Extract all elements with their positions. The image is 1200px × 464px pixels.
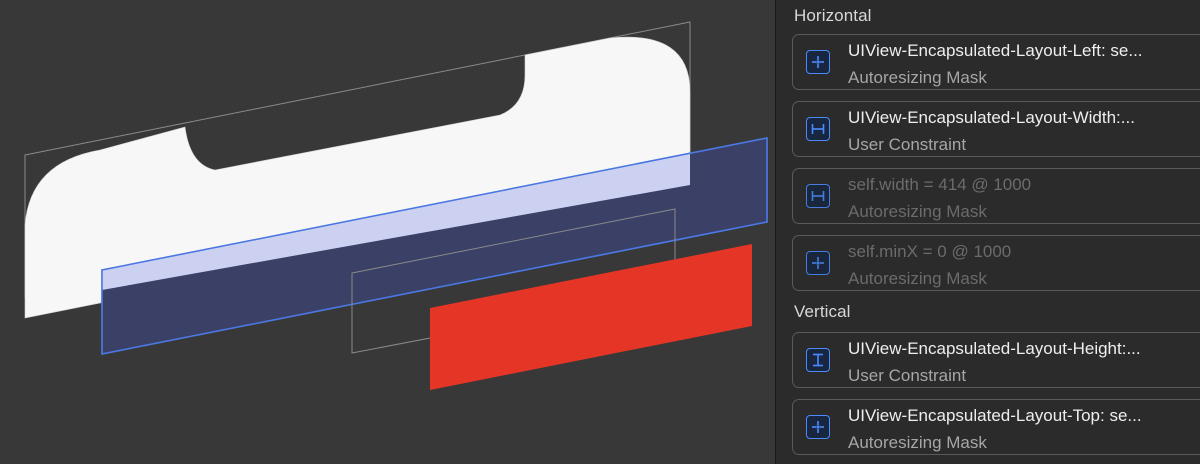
constraint-row[interactable]: UIView-Encapsulated-Layout-Top: se... Au… [792, 399, 1200, 455]
section-title-horizontal: Horizontal [794, 6, 872, 25]
constraint-title: UIView-Encapsulated-Layout-Width:... [848, 108, 1135, 127]
position-crosshair-icon [806, 251, 830, 275]
constraint-title: self.width = 414 @ 1000 [848, 175, 1032, 194]
constraints-inspector: Horizontal UIView-Encapsulated-Layout-Le… [776, 0, 1200, 464]
exploded-view-3d[interactable] [0, 0, 776, 464]
constraint-source: Autoresizing Mask [848, 68, 987, 87]
width-constraint-icon [806, 184, 830, 208]
constraint-source: User Constraint [848, 135, 967, 154]
constraint-row[interactable]: UIView-Encapsulated-Layout-Height:... Us… [792, 332, 1200, 388]
constraint-source: Autoresizing Mask [848, 433, 987, 452]
position-crosshair-icon [806, 50, 830, 74]
constraint-row[interactable]: UIView-Encapsulated-Layout-Left: se... A… [792, 34, 1200, 90]
height-constraint-icon [806, 348, 830, 372]
constraint-source: Autoresizing Mask [848, 202, 987, 221]
constraint-row[interactable]: self.minX = 0 @ 1000 Autoresizing Mask [792, 235, 1200, 291]
position-crosshair-icon [806, 415, 830, 439]
constraint-source: User Constraint [848, 366, 967, 385]
constraint-title: UIView-Encapsulated-Layout-Left: se... [848, 41, 1143, 60]
constraint-row[interactable]: UIView-Encapsulated-Layout-Width:... Use… [792, 101, 1200, 157]
constraint-title: self.minX = 0 @ 1000 [848, 242, 1012, 261]
constraint-title: UIView-Encapsulated-Layout-Top: se... [848, 406, 1142, 425]
constraint-row[interactable]: self.width = 414 @ 1000 Autoresizing Mas… [792, 168, 1200, 224]
constraint-title: UIView-Encapsulated-Layout-Height:... [848, 339, 1141, 358]
section-title-vertical: Vertical [794, 302, 851, 321]
width-constraint-icon [806, 117, 830, 141]
constraint-source: Autoresizing Mask [848, 269, 987, 288]
view-debugger-window: Horizontal UIView-Encapsulated-Layout-Le… [0, 0, 1200, 464]
view-hierarchy-canvas[interactable] [0, 0, 776, 464]
